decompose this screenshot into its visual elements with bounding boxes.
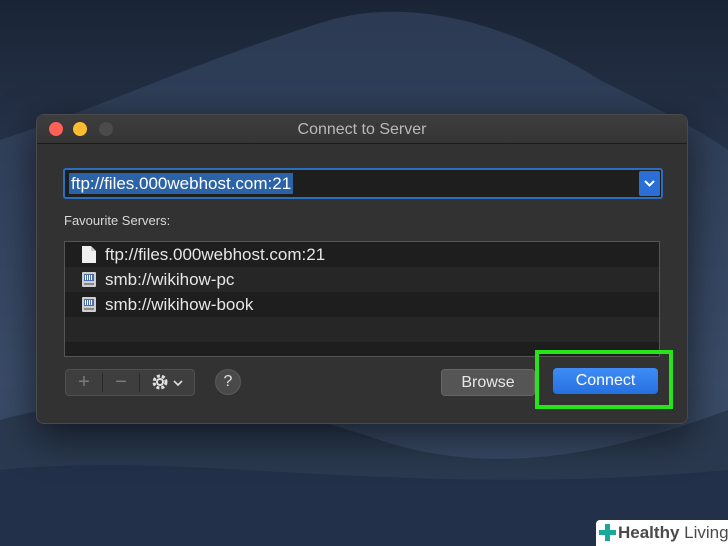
chevron-down-icon [173, 380, 183, 387]
favourites-segmented-control: + − [65, 369, 195, 396]
server-address-value: ftp://files.000webhost.com:21 [69, 173, 294, 194]
document-icon [82, 246, 96, 263]
watermark-logo: Healthy Living [596, 520, 728, 546]
favourite-servers-label: Favourite Servers: [64, 213, 171, 228]
help-button[interactable]: ? [215, 369, 241, 395]
list-item[interactable]: smb://wikihow-pc [65, 267, 659, 292]
list-item-label: ftp://files.000webhost.com:21 [105, 245, 326, 264]
medical-cross-icon [599, 524, 616, 541]
gear-icon [152, 374, 168, 390]
favourite-servers-list[interactable]: ftp://files.000webhost.com:21 smb://wiki… [64, 241, 660, 357]
title-bar: Connect to Server [37, 115, 687, 144]
action-menu-button[interactable] [140, 370, 194, 395]
list-item-label: smb://wikihow-book [105, 295, 254, 314]
list-item-empty [65, 317, 659, 342]
watermark-text: Healthy Living [618, 523, 728, 542]
server-icon [82, 272, 96, 287]
address-dropdown-button[interactable] [639, 171, 660, 196]
server-address-field[interactable]: ftp://files.000webhost.com:21 [63, 168, 663, 199]
list-item-label: smb://wikihow-pc [105, 270, 235, 289]
list-item[interactable]: smb://wikihow-book [65, 292, 659, 317]
connect-button[interactable]: Connect [553, 368, 658, 394]
chevron-down-icon [644, 180, 655, 187]
list-item[interactable]: ftp://files.000webhost.com:21 [65, 242, 659, 267]
browse-button[interactable]: Browse [441, 369, 535, 396]
remove-favourite-button[interactable]: − [103, 370, 139, 395]
add-favourite-button[interactable]: + [66, 370, 102, 395]
window-title: Connect to Server [297, 121, 427, 138]
server-icon [82, 297, 96, 312]
